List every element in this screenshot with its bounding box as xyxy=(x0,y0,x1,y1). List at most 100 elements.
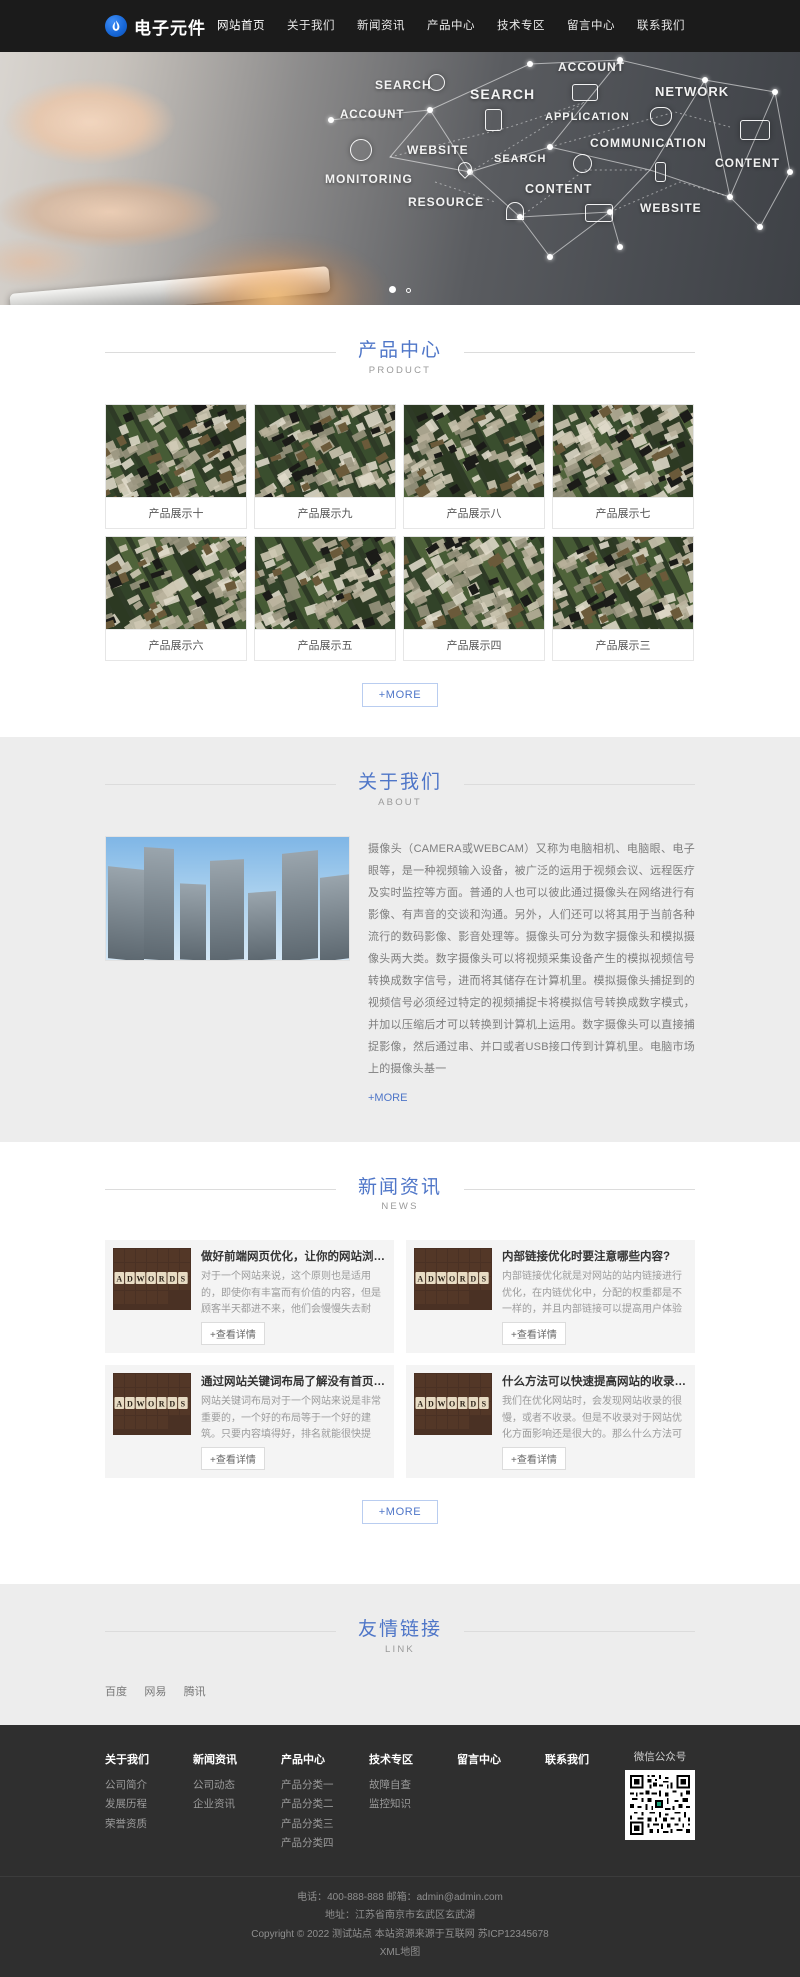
about-title-en: ABOUT xyxy=(358,797,442,808)
footer-column-title[interactable]: 产品中心 xyxy=(281,1751,369,1767)
links-title-en: LINK xyxy=(358,1644,442,1655)
nav-item-message[interactable]: 留言中心 xyxy=(556,0,626,52)
svg-text:D: D xyxy=(470,1400,476,1409)
footer-link[interactable]: 企业资讯 xyxy=(193,1795,281,1814)
footer-link[interactable]: 荣誉资质 xyxy=(105,1815,193,1834)
news-title: 通过网站关键词布局了解没有首页排名的... xyxy=(201,1373,386,1389)
friendly-link-baidu[interactable]: 百度 xyxy=(105,1683,127,1699)
building-shape xyxy=(108,866,144,961)
svg-text:D: D xyxy=(470,1275,476,1284)
footer-link[interactable]: 监控知识 xyxy=(369,1795,457,1814)
qr-title: 微信公众号 xyxy=(625,1749,695,1764)
network-label: ACCOUNT xyxy=(558,60,625,74)
svg-text:D: D xyxy=(127,1400,133,1409)
network-label: SEARCH xyxy=(375,78,432,92)
product-card[interactable]: 产品展示六 xyxy=(105,536,247,661)
news-card[interactable]: ADWORDS通过网站关键词布局了解没有首页排名的...网站关键词布局对于一个网… xyxy=(105,1365,394,1478)
slider-dot-2[interactable] xyxy=(406,288,411,293)
svg-text:W: W xyxy=(137,1275,145,1284)
product-grid: 产品展示十产品展示九产品展示八产品展示七产品展示六产品展示五产品展示四产品展示三 xyxy=(105,404,695,661)
news-detail-button[interactable]: +查看详情 xyxy=(502,1322,566,1345)
pcb-texture xyxy=(553,537,693,629)
product-card[interactable]: 产品展示三 xyxy=(552,536,694,661)
footer-column-title[interactable]: 留言中心 xyxy=(457,1751,545,1767)
products-title-en: PRODUCT xyxy=(358,365,442,376)
product-name: 产品展示十 xyxy=(106,497,246,528)
news-more-button[interactable]: +MORE xyxy=(362,1500,438,1524)
news-detail-button[interactable]: +查看详情 xyxy=(201,1322,265,1345)
pcb-texture xyxy=(255,405,395,497)
news-description: 内部链接优化就是对网站的站内链接进行优化，在内链优化中，分配的权重都是不一样的，… xyxy=(502,1269,687,1317)
footer-link[interactable]: 公司动态 xyxy=(193,1776,281,1795)
nav-item-contact[interactable]: 联系我们 xyxy=(626,0,696,52)
products-section: 产品中心 PRODUCT 产品展示十产品展示九产品展示八产品展示七产品展示六产品… xyxy=(0,305,800,737)
footer-link[interactable]: 产品分类一 xyxy=(281,1776,369,1795)
product-card[interactable]: 产品展示七 xyxy=(552,404,694,529)
product-card[interactable]: 产品展示八 xyxy=(403,404,545,529)
node-dot xyxy=(547,144,553,150)
network-graphic: ACCOUNTSEARCHSEARCHNETWORKACCOUNTAPPLICA… xyxy=(320,52,800,305)
news-card[interactable]: ADWORDS做好前端网页优化，让你的网站浏览量爆满对于一个网站来说，这个原则也… xyxy=(105,1240,394,1353)
node-dot xyxy=(702,77,708,83)
news-detail-button[interactable]: +查看详情 xyxy=(201,1447,265,1470)
nav-item-tech[interactable]: 技术专区 xyxy=(486,0,556,52)
news-thumbnail: ADWORDS xyxy=(113,1248,191,1310)
footer-column: 产品中心产品分类一产品分类二产品分类三产品分类四 xyxy=(281,1751,369,1854)
footer-column-title[interactable]: 联系我们 xyxy=(545,1751,633,1767)
nav-item-products[interactable]: 产品中心 xyxy=(416,0,486,52)
building-shape xyxy=(320,874,350,961)
product-card[interactable]: 产品展示四 xyxy=(403,536,545,661)
news-card[interactable]: ADWORDS内部链接优化时要注意哪些内容?内部链接优化就是对网站的站内链接进行… xyxy=(406,1240,695,1353)
news-card[interactable]: ADWORDS什么方法可以快速提高网站的收录呢?我们在优化网站时，会发现网站收录… xyxy=(406,1365,695,1478)
product-name: 产品展示三 xyxy=(553,629,693,660)
network-label: APPLICATION xyxy=(545,111,630,123)
footer-column: 关于我们公司简介发展历程荣誉资质 xyxy=(105,1751,193,1854)
product-image xyxy=(404,405,544,497)
slider-dot-1[interactable] xyxy=(389,286,396,293)
nav-item-home[interactable]: 网站首页 xyxy=(206,0,276,52)
footer-column-title[interactable]: 新闻资讯 xyxy=(193,1751,281,1767)
svg-text:S: S xyxy=(482,1275,487,1284)
footer-link[interactable]: 公司简介 xyxy=(105,1776,193,1795)
adwords-tiles-image: ADWORDS xyxy=(113,1373,191,1435)
footer-sitemap-link[interactable]: XML地图 xyxy=(380,1947,421,1958)
news-title: 内部链接优化时要注意哪些内容? xyxy=(502,1248,687,1264)
news-body: 做好前端网页优化，让你的网站浏览量爆满对于一个网站来说，这个原则也是适用的，即使… xyxy=(201,1248,386,1345)
footer-column-title[interactable]: 技术专区 xyxy=(369,1751,457,1767)
gear-icon xyxy=(573,154,592,173)
svg-text:W: W xyxy=(438,1275,446,1284)
nav-item-news[interactable]: 新闻资讯 xyxy=(346,0,416,52)
footer-link[interactable]: 故障自查 xyxy=(369,1776,457,1795)
page-root: 电子元件 网站首页 关于我们 新闻资讯 产品中心 技术专区 留言中心 联系我们 xyxy=(0,0,800,1977)
footer-contact-line: 电话：400-888-888 邮箱：admin@admin.com xyxy=(0,1889,800,1908)
network-label: WEBSITE xyxy=(407,143,469,157)
product-card[interactable]: 产品展示九 xyxy=(254,404,396,529)
product-name: 产品展示五 xyxy=(255,629,395,660)
footer-link[interactable]: 发展历程 xyxy=(105,1795,193,1814)
nav-item-about[interactable]: 关于我们 xyxy=(276,0,346,52)
news-detail-button[interactable]: +查看详情 xyxy=(502,1447,566,1470)
svg-text:W: W xyxy=(137,1400,145,1409)
product-card[interactable]: 产品展示五 xyxy=(254,536,396,661)
footer-column-title[interactable]: 关于我们 xyxy=(105,1751,193,1767)
hero-banner[interactable]: ACCOUNTSEARCHSEARCHNETWORKACCOUNTAPPLICA… xyxy=(0,52,800,305)
node-dot xyxy=(328,117,334,123)
network-label: COMMUNICATION xyxy=(590,136,707,150)
footer-link[interactable]: 产品分类三 xyxy=(281,1815,369,1834)
svg-text:A: A xyxy=(417,1400,423,1409)
products-more-button[interactable]: +MORE xyxy=(362,683,438,707)
friendly-link-netease[interactable]: 网易 xyxy=(144,1683,166,1699)
news-thumbnail: ADWORDS xyxy=(414,1373,492,1435)
news-title: 做好前端网页优化，让你的网站浏览量爆满 xyxy=(201,1248,386,1264)
about-more-button[interactable]: +MORE xyxy=(368,1092,407,1104)
product-name: 产品展示六 xyxy=(106,629,246,660)
friendly-link-tencent[interactable]: 腾讯 xyxy=(184,1683,206,1699)
mobile-phone-icon xyxy=(655,162,666,182)
product-card[interactable]: 产品展示十 xyxy=(105,404,247,529)
footer-link[interactable]: 产品分类四 xyxy=(281,1834,369,1853)
news-description: 我们在优化网站时，会发现网站收录的很慢，或者不收录。但是不收录对于网站优化方面影… xyxy=(502,1394,687,1442)
svg-text:R: R xyxy=(460,1400,466,1409)
news-body: 内部链接优化时要注意哪些内容? 内部链接优化就是对网站的站内链接进行优化，在内链优… xyxy=(502,1248,687,1345)
footer-link[interactable]: 产品分类二 xyxy=(281,1795,369,1814)
site-logo[interactable]: 电子元件 xyxy=(105,14,206,39)
